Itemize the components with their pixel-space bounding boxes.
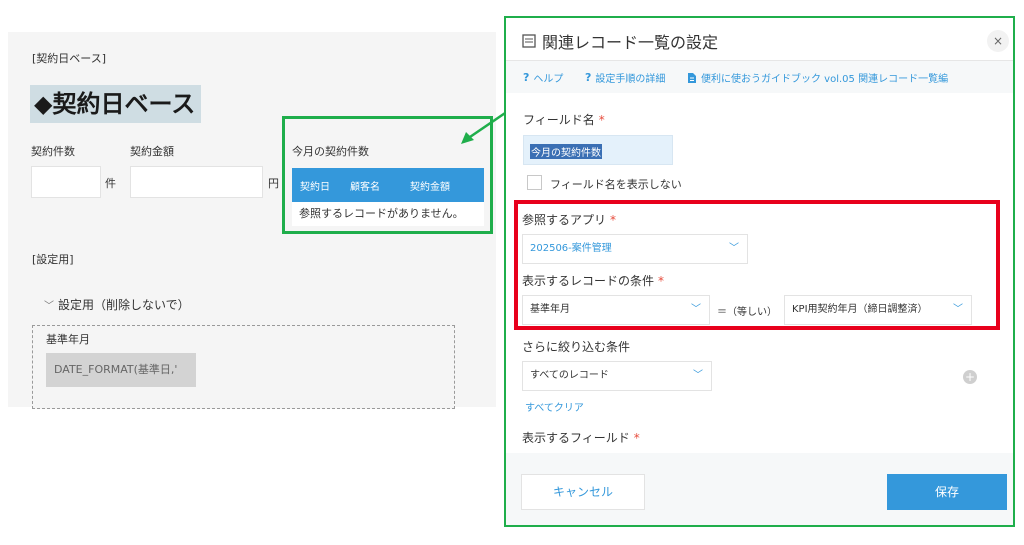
field-name-value: 今月の契約件数 (530, 144, 602, 159)
ref-table-label: 今月の契約件数 (292, 145, 369, 158)
field-name-input[interactable]: 今月の契約件数 (523, 135, 673, 165)
condition-target-select[interactable]: KPI用契約年月（締日調整済） ﹀ (784, 295, 972, 325)
ref-col-customer: 顧客名 (350, 181, 380, 193)
ref-app-value: 202506-案件管理 (530, 243, 612, 254)
filter-label: さらに絞り込む条件 (522, 340, 631, 354)
section-label-contract-base: [契約日ベース] (32, 52, 107, 65)
chevron-down-icon: ﹀ (729, 243, 739, 254)
field-name-label: フィールド名 * (523, 111, 605, 128)
required-mark: * (633, 431, 640, 445)
condition-left-value: 基準年月 (530, 304, 570, 315)
chevron-down-icon: ﹀ (693, 370, 703, 381)
document-icon (688, 72, 696, 83)
settings-group-label: 設定用（削除しないで） (58, 298, 190, 312)
ref-table-header: 契約日 顧客名 契約金額 (292, 168, 484, 202)
unit-yen: 円 (268, 177, 279, 190)
ref-table-empty: 参照するレコードがありません。 (292, 202, 484, 226)
dialog-title: 関連レコード一覧の設定 (522, 29, 718, 53)
settings-group-toggle[interactable]: ﹀ 設定用（削除しないで） (44, 296, 190, 313)
contract-count-input[interactable] (31, 166, 101, 198)
hide-field-name-label: フィールド名を表示しない (550, 178, 682, 191)
chevron-down-icon: ﹀ (44, 301, 54, 312)
required-mark: * (658, 274, 665, 288)
save-button[interactable]: 保存 (887, 474, 1007, 510)
close-button[interactable]: × (987, 30, 1009, 52)
question-icon: ? (585, 71, 592, 84)
base-month-label: 基準年月 (46, 333, 90, 346)
filter-select[interactable]: すべてのレコード ﹀ (522, 361, 712, 391)
condition-field-select[interactable]: 基準年月 ﹀ (522, 295, 710, 325)
ref-col-contract-date: 契約日 (300, 181, 330, 193)
filter-value: すべてのレコード (530, 370, 609, 381)
ref-col-amount: 契約金額 (410, 181, 450, 193)
ref-app-select[interactable]: 202506-案件管理 ﹀ (522, 234, 748, 264)
chevron-down-icon: ﹀ (691, 304, 701, 315)
contract-count-label: 契約件数 (31, 145, 75, 158)
dialog-title-text: 関連レコード一覧の設定 (542, 33, 719, 52)
required-mark: * (610, 213, 617, 227)
question-icon: ? (523, 71, 530, 84)
chevron-down-icon: ﹀ (953, 304, 963, 315)
setup-steps-label: 設定手順の詳細 (595, 74, 666, 85)
contract-amount-input[interactable] (130, 166, 263, 198)
hide-field-name-checkbox[interactable] (527, 175, 542, 190)
display-fields-label-text: 表示するフィールド (522, 431, 630, 445)
condition-label: 表示するレコードの条件 * (522, 272, 664, 289)
list-settings-icon (522, 34, 536, 48)
condition-operator: ＝（等しい） (717, 307, 777, 318)
condition-label-text: 表示するレコードの条件 (522, 274, 655, 288)
section-label-settings: [設定用] (32, 253, 74, 266)
condition-right-value: KPI用契約年月（締日調整済） (792, 304, 928, 315)
help-link-label: ヘルプ (533, 74, 564, 85)
guidebook-label: 便利に使おうガイドブック vol.05 関連レコード一覧編 (701, 74, 949, 85)
unit-count: 件 (105, 177, 116, 190)
help-link[interactable]: ? ヘルプ (523, 70, 563, 85)
guidebook-link[interactable]: 便利に使おうガイドブック vol.05 関連レコード一覧編 (687, 70, 948, 85)
clear-all-link[interactable]: すべてクリア (525, 399, 584, 414)
field-name-label-text: フィールド名 (523, 113, 595, 127)
page-title: ◆契約日ベース (30, 85, 202, 123)
add-condition-icon[interactable]: + (963, 370, 977, 384)
required-mark: * (598, 113, 605, 127)
display-fields-label: 表示するフィールド * (522, 429, 640, 446)
ref-app-label: 参照するアプリ * (522, 211, 616, 228)
cancel-button[interactable]: キャンセル (521, 474, 645, 510)
setup-steps-link[interactable]: ? 設定手順の詳細 (585, 70, 665, 85)
base-month-formula-field: DATE_FORMAT(基準日,' (46, 353, 196, 387)
contract-amount-label: 契約金額 (130, 145, 174, 158)
ref-app-label-text: 参照するアプリ (522, 213, 607, 227)
